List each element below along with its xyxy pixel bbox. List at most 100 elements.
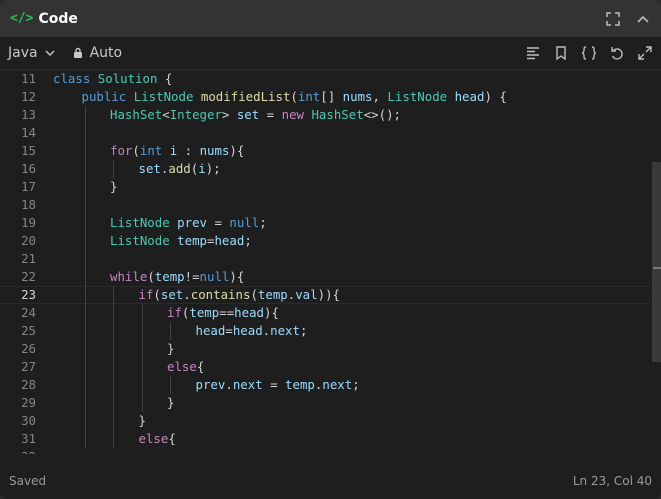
code-token: (: [132, 143, 140, 158]
code-token: temp: [285, 377, 315, 392]
code-token: []: [320, 89, 343, 104]
code-token: temp: [189, 305, 220, 320]
code-line[interactable]: 18: [0, 196, 651, 214]
braces-button[interactable]: [581, 45, 597, 61]
language-label: Java: [8, 45, 38, 61]
code-line[interactable]: 28 prev.next = temp.next;: [0, 376, 651, 394]
bookmark-icon: [556, 46, 566, 60]
code-token: class: [53, 71, 91, 86]
code-line[interactable]: 31 else{: [0, 430, 651, 448]
code-text: }: [139, 412, 146, 430]
code-line[interactable]: 30}: [0, 412, 651, 430]
expand-button[interactable]: [637, 45, 653, 61]
panel-title: Code: [38, 10, 78, 27]
indent-guide: [84, 412, 86, 430]
code-token: >: [221, 107, 237, 122]
code-line[interactable]: 32: [0, 448, 651, 454]
editor-toolbar: Java Auto: [0, 37, 661, 70]
line-number: 22: [21, 269, 36, 284]
format-button[interactable]: [525, 45, 541, 61]
indent-guide: [113, 430, 114, 448]
code-line[interactable]: 19 ListNode prev = null;: [0, 214, 651, 232]
code-token: prev: [195, 377, 226, 392]
save-status: Saved: [9, 474, 47, 488]
code-token: =: [207, 215, 230, 230]
reset-button[interactable]: [609, 45, 625, 61]
code-token: (: [250, 287, 258, 302]
code-text: ListNode temp=head;: [110, 232, 252, 250]
indent-guide: [84, 286, 86, 304]
indent-guide: [84, 268, 86, 286]
code-line[interactable]: 27 else{: [0, 358, 651, 376]
code-token: ){: [229, 269, 245, 284]
code-token: temp: [257, 287, 288, 302]
code-editor[interactable]: 11 class Solution {12 public ListNode modi…: [0, 70, 651, 454]
code-token: if: [167, 305, 182, 320]
code-token: ) {: [484, 89, 507, 104]
line-number: 13: [21, 107, 36, 122]
vertical-scrollbar[interactable]: [651, 70, 661, 454]
auto-mode-toggle[interactable]: Auto: [72, 45, 122, 61]
code-token: ListNode: [133, 89, 194, 104]
code-text: }: [110, 178, 117, 196]
indent-guide: [84, 160, 86, 178]
indent-guide: [113, 376, 114, 394]
code-token: {: [157, 71, 173, 86]
indent-guide: [84, 250, 86, 268]
scrollbar-thumb[interactable]: [652, 162, 661, 362]
code-token: :: [177, 143, 200, 158]
line-number: 30: [21, 413, 36, 428]
indent-guide: [113, 160, 114, 178]
code-line[interactable]: 25 head=head.next;: [0, 322, 651, 340]
code-token: new: [281, 107, 304, 122]
indent-guide: [84, 106, 86, 124]
code-token: ;: [352, 377, 360, 392]
code-token: (: [153, 287, 161, 302]
code-text: else{: [167, 358, 204, 376]
line-number: 12: [21, 89, 36, 104]
code-token: set: [160, 287, 184, 302]
code-token: ;: [259, 215, 267, 230]
bookmark-button[interactable]: [553, 45, 569, 61]
code-line[interactable]: 23 if(set.contains(temp.val)){: [0, 286, 651, 304]
indent-guide: [84, 178, 86, 196]
indent-guide: [84, 394, 86, 412]
code-line[interactable]: 24 if(temp==head){: [0, 304, 651, 322]
collapse-button[interactable]: [635, 11, 651, 27]
code-line[interactable]: 12 public ListNode modifiedList(int[] num…: [0, 88, 651, 106]
line-number: 20: [21, 233, 36, 248]
line-number: 11: [21, 71, 36, 86]
code-token: head: [214, 233, 245, 248]
code-token: contains: [190, 287, 251, 302]
code-token: for: [110, 143, 133, 158]
code-token: nums: [199, 143, 230, 158]
code-token: )): [317, 287, 333, 302]
code-line[interactable]: 17}: [0, 178, 651, 196]
line-number: 17: [21, 179, 36, 194]
braces-icon: [581, 46, 597, 60]
fullscreen-button[interactable]: [605, 11, 621, 27]
code-token: nums: [342, 89, 373, 104]
code-line[interactable]: 29}: [0, 394, 651, 412]
code-token: head: [234, 305, 264, 320]
chevron-up-icon: [637, 15, 649, 23]
code-line[interactable]: 22 while(temp!=null){: [0, 268, 651, 286]
code-line[interactable]: 26}: [0, 340, 651, 358]
code-line[interactable]: 21: [0, 250, 651, 268]
code-line[interactable]: 13 HashSet<Integer> set = new HashSet<>()…: [0, 106, 651, 124]
line-number: 18: [21, 197, 36, 212]
code-text: if(set.contains(temp.val)){: [139, 286, 341, 304]
language-select[interactable]: Java: [8, 45, 56, 61]
code-token: Solution: [97, 71, 158, 86]
code-line[interactable]: 15 for(int i : nums){: [0, 142, 651, 160]
code-token: (: [147, 269, 155, 284]
code-line[interactable]: 20 ListNode temp=head;: [0, 232, 651, 250]
code-line[interactable]: 11 class Solution {: [0, 70, 651, 88]
code-token: if: [138, 287, 154, 302]
code-token: else: [138, 431, 169, 446]
code-line[interactable]: 14: [0, 124, 651, 142]
code-line[interactable]: 16 set.add(i);: [0, 160, 651, 178]
code-text: public ListNode modifiedList(int[] nums,…: [82, 88, 507, 106]
